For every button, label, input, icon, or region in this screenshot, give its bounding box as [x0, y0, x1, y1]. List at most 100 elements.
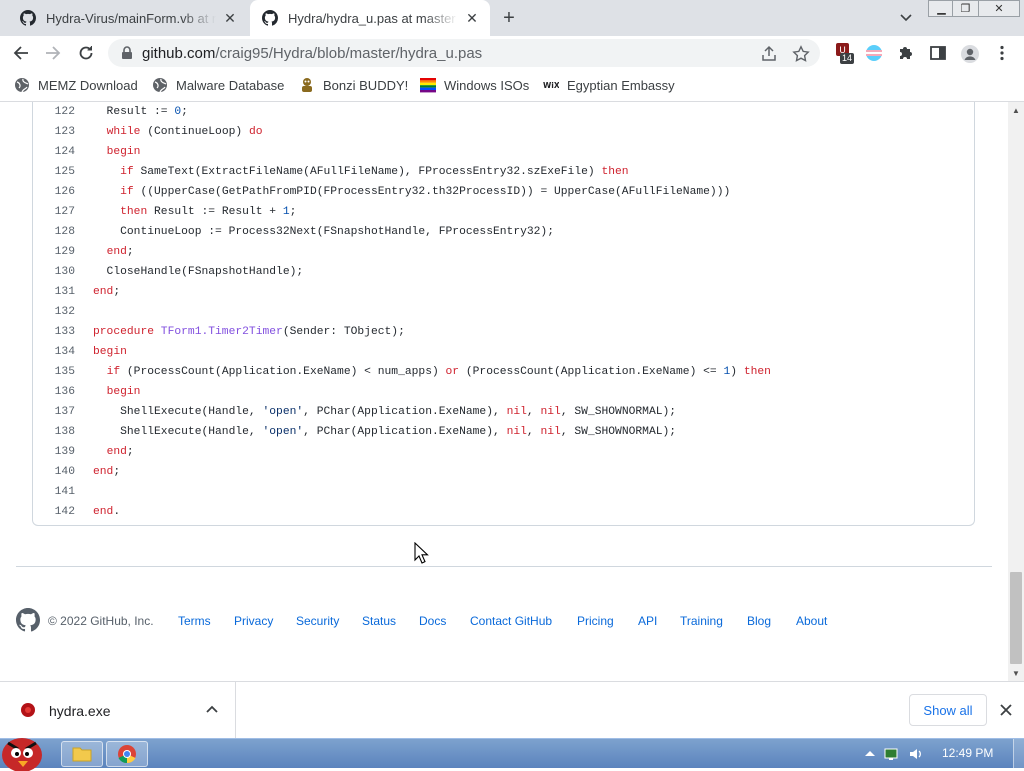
share-icon[interactable] — [760, 45, 778, 63]
code-token: ContinueLoop := Process32Next(FSnapshotH… — [93, 226, 554, 238]
address-bar[interactable]: github.com/craig95/Hydra/blob/master/hyd… — [108, 39, 820, 67]
bookmark-bonzi-buddy[interactable]: Bonzi BUDDY! — [299, 77, 408, 93]
bookmark-label: Windows ISOs — [444, 77, 530, 93]
code-token: ShellExecute(Handle, — [93, 426, 263, 438]
page-scrollbar[interactable]: ▲ ▼ — [1008, 102, 1024, 681]
show-all-button[interactable]: Show all — [909, 694, 987, 726]
taskbar: 12:49 PM — [0, 738, 1024, 771]
code-line: 139 end; — [33, 442, 973, 462]
footer-link-blog[interactable]: Blog — [747, 614, 771, 628]
footer-link-status[interactable]: Status — [362, 614, 396, 628]
code-text: begin — [93, 342, 127, 362]
profile-icon[interactable] — [960, 44, 979, 63]
line-number[interactable]: 141 — [33, 482, 75, 502]
footer-link-docs[interactable]: Docs — [419, 614, 446, 628]
download-bar: hydra.exe Show all — [0, 681, 1024, 738]
lock-icon[interactable] — [120, 46, 134, 60]
code-line: 124 begin — [33, 142, 973, 162]
line-number[interactable]: 136 — [33, 382, 75, 402]
page-content: 122 Result := 0; 123 while (ContinueLoop)… — [0, 102, 1008, 681]
code-text: end; — [93, 282, 120, 302]
code-token-kw: if — [106, 366, 121, 378]
bookmark-memz[interactable]: MEMZ Download — [14, 77, 138, 93]
line-number[interactable]: 142 — [33, 502, 75, 522]
footer-logo[interactable] — [16, 608, 48, 632]
new-tab-button[interactable]: + — [497, 6, 521, 30]
footer-link-contact-github[interactable]: Contact GitHub — [470, 614, 552, 628]
star-icon[interactable] — [792, 45, 810, 63]
line-number[interactable]: 132 — [33, 302, 75, 322]
line-number[interactable]: 131 — [33, 282, 75, 302]
bookmark-windows-isos[interactable]: Windows ISOs — [420, 77, 529, 93]
line-number[interactable]: 123 — [33, 122, 75, 142]
line-number[interactable]: 133 — [33, 322, 75, 342]
line-number[interactable]: 124 — [33, 142, 75, 162]
line-number[interactable]: 125 — [33, 162, 75, 182]
extension-badge: 14 — [840, 53, 855, 64]
close-tab-icon[interactable]: ✕ — [222, 10, 238, 26]
clock[interactable]: 12:49 PM — [942, 746, 993, 760]
line-number[interactable]: 140 — [33, 462, 75, 482]
back-icon[interactable] — [8, 40, 34, 66]
close-window-button[interactable]: ✕ — [978, 0, 1020, 17]
menu-icon[interactable] — [993, 44, 1011, 62]
show-hidden-icons-icon[interactable] — [861, 745, 879, 763]
taskbar-chrome-button[interactable] — [106, 741, 148, 767]
download-item[interactable]: hydra.exe — [0, 682, 236, 738]
forward-icon[interactable] — [40, 40, 66, 66]
line-number[interactable]: 126 — [33, 182, 75, 202]
taskbar-explorer-button[interactable] — [61, 741, 103, 767]
code-token: ; — [289, 206, 297, 218]
code-token: (ProcessCount(Application.ExeName) < num… — [120, 366, 446, 378]
volume-icon[interactable] — [907, 745, 925, 763]
chevron-up-icon[interactable] — [204, 702, 220, 718]
code-line: 128 ContinueLoop := Process32Next(FSnaps… — [33, 222, 973, 242]
bookmark-malware-database[interactable]: Malware Database — [152, 77, 284, 93]
footer-link-pricing[interactable]: Pricing — [577, 614, 614, 628]
reload-icon[interactable] — [73, 40, 99, 66]
line-number[interactable]: 134 — [33, 342, 75, 362]
restore-window-button[interactable]: ❐ — [952, 0, 979, 17]
sidepanel-icon[interactable] — [929, 44, 947, 62]
close-icon[interactable] — [996, 700, 1016, 720]
network-icon[interactable] — [882, 745, 900, 763]
tab-search-icon[interactable] — [896, 8, 916, 28]
line-number[interactable]: 128 — [33, 222, 75, 242]
line-number[interactable]: 129 — [33, 242, 75, 262]
start-button-icon[interactable] — [0, 731, 50, 771]
puzzle-icon[interactable] — [897, 44, 915, 62]
github-logo-icon[interactable] — [16, 608, 40, 632]
line-number[interactable]: 135 — [33, 362, 75, 382]
tab-title: Hydra/hydra_u.pas at master · craig95/Hy… — [288, 10, 458, 26]
tab-mainform[interactable]: Hydra-Virus/mainForm.vb at master ✕ — [8, 0, 248, 36]
folder-icon — [72, 747, 92, 762]
line-number[interactable]: 127 — [33, 202, 75, 222]
code-token-kw: while — [106, 126, 141, 138]
pride-extension-icon[interactable] — [865, 44, 883, 62]
code-token-kw: end — [93, 286, 114, 298]
scroll-up-icon[interactable]: ▲ — [1008, 102, 1024, 118]
scrollbar-thumb[interactable] — [1010, 572, 1022, 664]
shield-extension-icon[interactable]: U 14 — [834, 42, 855, 64]
close-tab-icon[interactable]: ✕ — [464, 10, 480, 26]
line-number[interactable]: 137 — [33, 402, 75, 422]
footer-link-training[interactable]: Training — [680, 614, 723, 628]
footer-link-privacy[interactable]: Privacy — [234, 614, 273, 628]
show-desktop-button[interactable] — [1013, 739, 1024, 769]
github-icon — [20, 10, 36, 26]
tab-hydra-u[interactable]: Hydra/hydra_u.pas at master · craig95/Hy… — [250, 0, 490, 36]
line-number[interactable]: 130 — [33, 262, 75, 282]
line-number[interactable]: 122 — [33, 102, 75, 122]
code-token-kw: then — [601, 166, 629, 178]
line-number[interactable]: 139 — [33, 442, 75, 462]
bookmark-egyptian-embassy[interactable]: WiX Egyptian Embassy — [543, 77, 675, 93]
footer-link-terms[interactable]: Terms — [178, 614, 211, 628]
footer-link-api[interactable]: API — [638, 614, 657, 628]
minimize-window-button[interactable]: ▁ — [928, 0, 955, 17]
scroll-down-icon[interactable]: ▼ — [1008, 665, 1024, 681]
line-number[interactable]: 138 — [33, 422, 75, 442]
code-token: (ProcessCount(Application.ExeName) <= — [459, 366, 724, 378]
footer-link-about[interactable]: About — [796, 614, 827, 628]
footer-link-security[interactable]: Security — [296, 614, 339, 628]
